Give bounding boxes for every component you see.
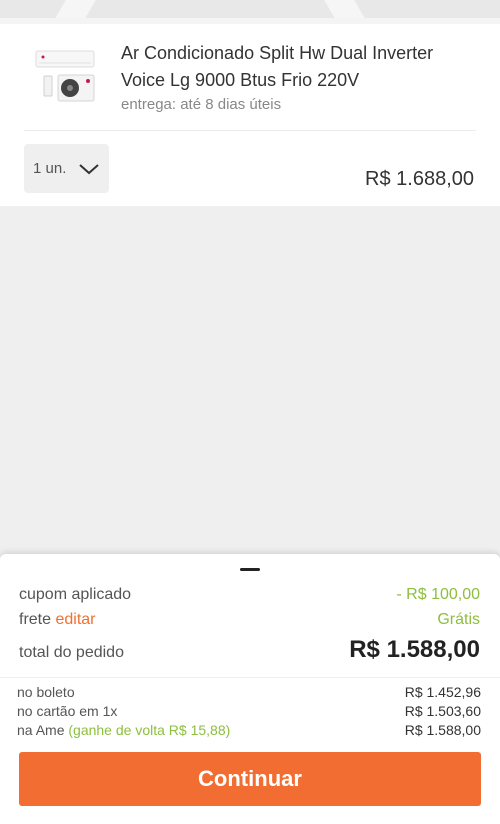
shipping-label: frete (19, 611, 52, 628)
coupon-label: cupom aplicado (19, 586, 132, 603)
delivery-estimate: entrega: até 8 dias úteis (121, 96, 282, 113)
divider (24, 130, 476, 131)
payment-option-value: R$ 1.588,00 (404, 722, 481, 738)
total-label: total do pedido (19, 644, 124, 661)
coupon-row: cupom aplicado - R$ 100,00 (19, 586, 480, 604)
cashback-note: (ganhe de volta R$ 15,88) (68, 722, 231, 738)
chevron-down-icon (79, 163, 100, 174)
product-title[interactable]: Ar Condicionado Split Hw Dual Inverter V… (121, 40, 461, 94)
total-value: R$ 1.588,00 (349, 636, 480, 663)
item-price: R$ 1.688,00 (365, 168, 474, 190)
product-image[interactable] (30, 48, 100, 104)
payment-option-value: R$ 1.452,96 (404, 684, 481, 700)
quantity-select[interactable]: 1 un. (24, 144, 109, 193)
payment-option-label: no cartão em 1x (17, 703, 118, 719)
payment-option-boleto: no boleto R$ 1.452,96 (17, 684, 481, 700)
continue-button[interactable]: Continuar (19, 752, 481, 806)
shipping-row: frete editar Grátis (19, 611, 480, 629)
payment-option-ame: na Ame (ganhe de volta R$ 15,88) R$ 1.58… (17, 722, 481, 738)
sheet-drag-handle[interactable] (240, 568, 260, 571)
cart-item-card: Ar Condicionado Split Hw Dual Inverter V… (0, 24, 500, 206)
payment-option-value: R$ 1.503,60 (404, 703, 481, 719)
divider (0, 677, 500, 678)
shipping-value: Grátis (437, 611, 480, 628)
coupon-value: - R$ 100,00 (396, 586, 480, 603)
header-banner-edge (0, 0, 500, 24)
order-summary-sheet: cupom aplicado - R$ 100,00 frete editar … (0, 554, 500, 824)
payment-option-label: no boleto (17, 684, 75, 700)
payment-option-card: no cartão em 1x R$ 1.503,60 (17, 703, 481, 719)
payment-option-label: na Ame (17, 722, 65, 738)
quantity-value: 1 un. (33, 160, 67, 177)
total-row: total do pedido R$ 1.588,00 (19, 636, 480, 664)
shipping-edit-link[interactable]: editar (55, 611, 95, 628)
